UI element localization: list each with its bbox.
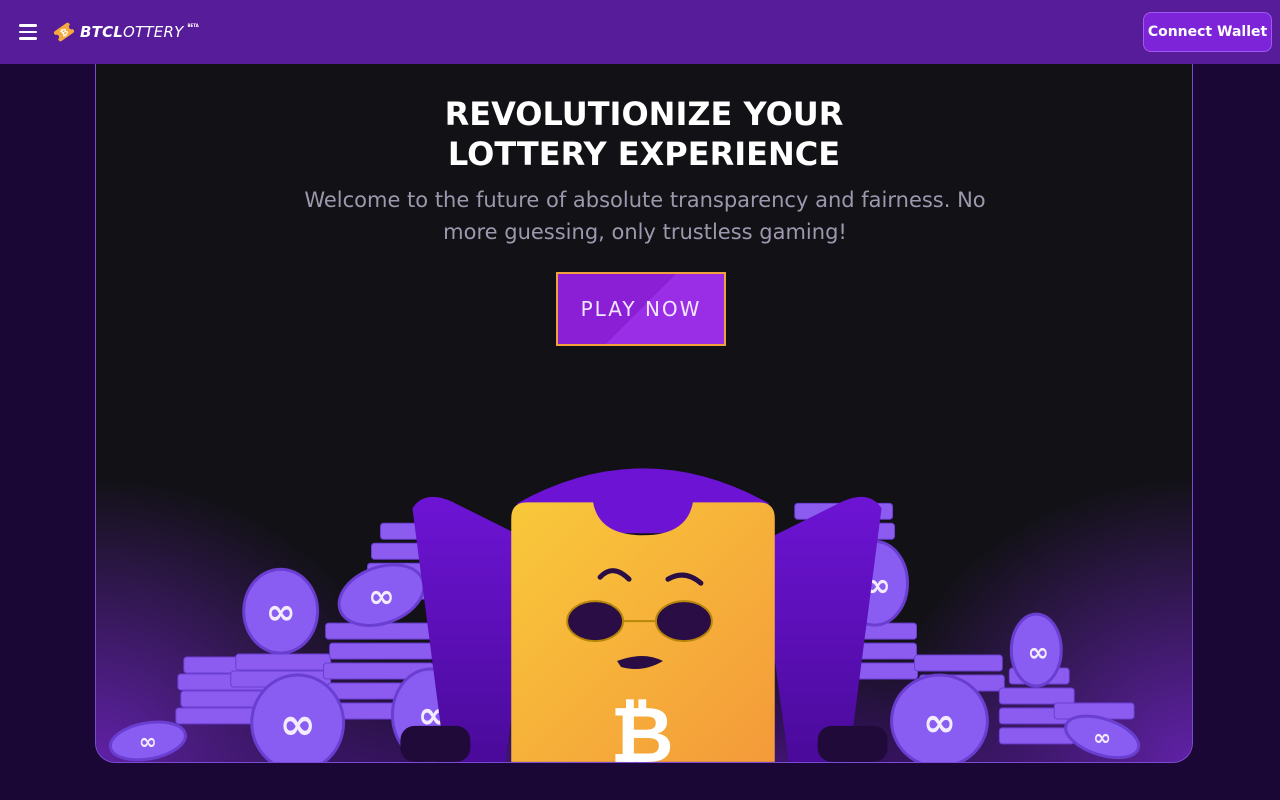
play-now-button[interactable]: PLAY NOW bbox=[556, 272, 726, 346]
svg-text:∞: ∞ bbox=[923, 700, 956, 746]
beta-tag: BETA bbox=[187, 23, 199, 28]
ticket-mascot: ₿ bbox=[511, 502, 775, 762]
hero-title: REVOLUTIONIZE YOUR LOTTERY EXPERIENCE bbox=[444, 95, 844, 173]
top-navbar: ₿ BTCLOTTERY BETA Connect Wallet bbox=[0, 0, 1280, 64]
site-logo[interactable]: ₿ BTCLOTTERY BETA bbox=[52, 20, 199, 44]
polygon-coin-icon: ∞ bbox=[890, 673, 989, 762]
polygon-coin-icon: ∞ bbox=[1009, 612, 1063, 688]
svg-text:∞: ∞ bbox=[139, 730, 157, 755]
svg-text:∞: ∞ bbox=[279, 699, 316, 750]
svg-text:₿: ₿ bbox=[610, 691, 673, 762]
connect-wallet-button[interactable]: Connect Wallet bbox=[1143, 12, 1272, 52]
svg-text:∞: ∞ bbox=[1093, 726, 1111, 751]
svg-text:∞: ∞ bbox=[1027, 638, 1049, 668]
hero-subtitle: Welcome to the future of absolute transp… bbox=[304, 188, 986, 244]
bitcoin-icon: ₿ bbox=[610, 691, 673, 762]
logo-wordmark: BTCLOTTERY bbox=[80, 23, 184, 41]
hamburger-menu-icon[interactable] bbox=[16, 20, 40, 44]
svg-text:∞: ∞ bbox=[368, 577, 395, 615]
svg-text:∞: ∞ bbox=[266, 592, 296, 633]
ticket-logo-icon: ₿ bbox=[53, 22, 75, 42]
polygon-coin-icon: ∞ bbox=[242, 567, 320, 655]
hero-banner: ∞ ∞ ∞ ∞ ∞ ∞ ∞ ∞ ∞ ₿ REVOLUTIONIZE YOUR L… bbox=[95, 64, 1193, 763]
polygon-coin-icon: ∞ bbox=[250, 673, 346, 762]
